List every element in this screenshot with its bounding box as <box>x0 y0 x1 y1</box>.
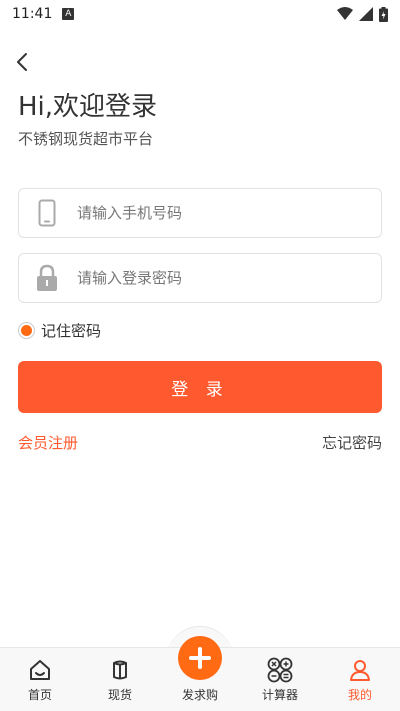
status-bar: 11:41 A <box>0 0 400 28</box>
signal-icon <box>359 7 373 21</box>
tab-label-post-request: 发求购 <box>181 688 218 702</box>
page-title: Hi,欢迎登录 <box>18 92 158 122</box>
user-icon <box>347 657 373 683</box>
password-input[interactable] <box>77 269 357 287</box>
remember-password-label: 记住密码 <box>41 322 102 340</box>
remember-password-toggle[interactable]: 记住密码 <box>18 320 101 341</box>
login-button[interactable]: 登 录 <box>18 361 382 413</box>
plus-icon <box>189 647 211 669</box>
remember-radio[interactable] <box>18 322 35 339</box>
tab-label-calculator: 计算器 <box>261 688 298 702</box>
phone-input[interactable] <box>77 204 357 222</box>
back-button[interactable] <box>10 50 34 74</box>
tab-label-mine: 我的 <box>347 688 372 702</box>
radio-checked-dot <box>21 325 32 336</box>
page-subtitle: 不锈钢现货超市平台 <box>18 130 154 148</box>
tab-calculator[interactable]: 计算器 <box>240 648 320 711</box>
home-icon <box>27 657 53 683</box>
lock-icon <box>35 263 59 293</box>
calculator-icon <box>267 657 293 683</box>
status-time: 11:41 <box>12 6 53 22</box>
register-link[interactable]: 会员注册 <box>18 432 78 453</box>
phone-icon <box>35 198 59 228</box>
status-icons <box>337 6 388 22</box>
forgot-password-link[interactable]: 忘记密码 <box>322 432 382 453</box>
tab-label-home: 首页 <box>27 688 52 702</box>
box-icon <box>107 657 133 683</box>
tab-home[interactable]: 首页 <box>0 648 80 711</box>
notification-icon: A <box>62 8 75 20</box>
wifi-icon <box>337 7 353 20</box>
battery-icon <box>379 6 388 22</box>
tab-mine[interactable]: 我的 <box>320 648 400 711</box>
tab-label-spot: 现货 <box>107 688 132 702</box>
chevron-left-icon <box>17 53 27 71</box>
post-request-button[interactable] <box>178 636 222 680</box>
phone-field[interactable] <box>18 188 382 238</box>
password-field[interactable] <box>18 253 382 303</box>
tab-spot[interactable]: 现货 <box>80 648 160 711</box>
